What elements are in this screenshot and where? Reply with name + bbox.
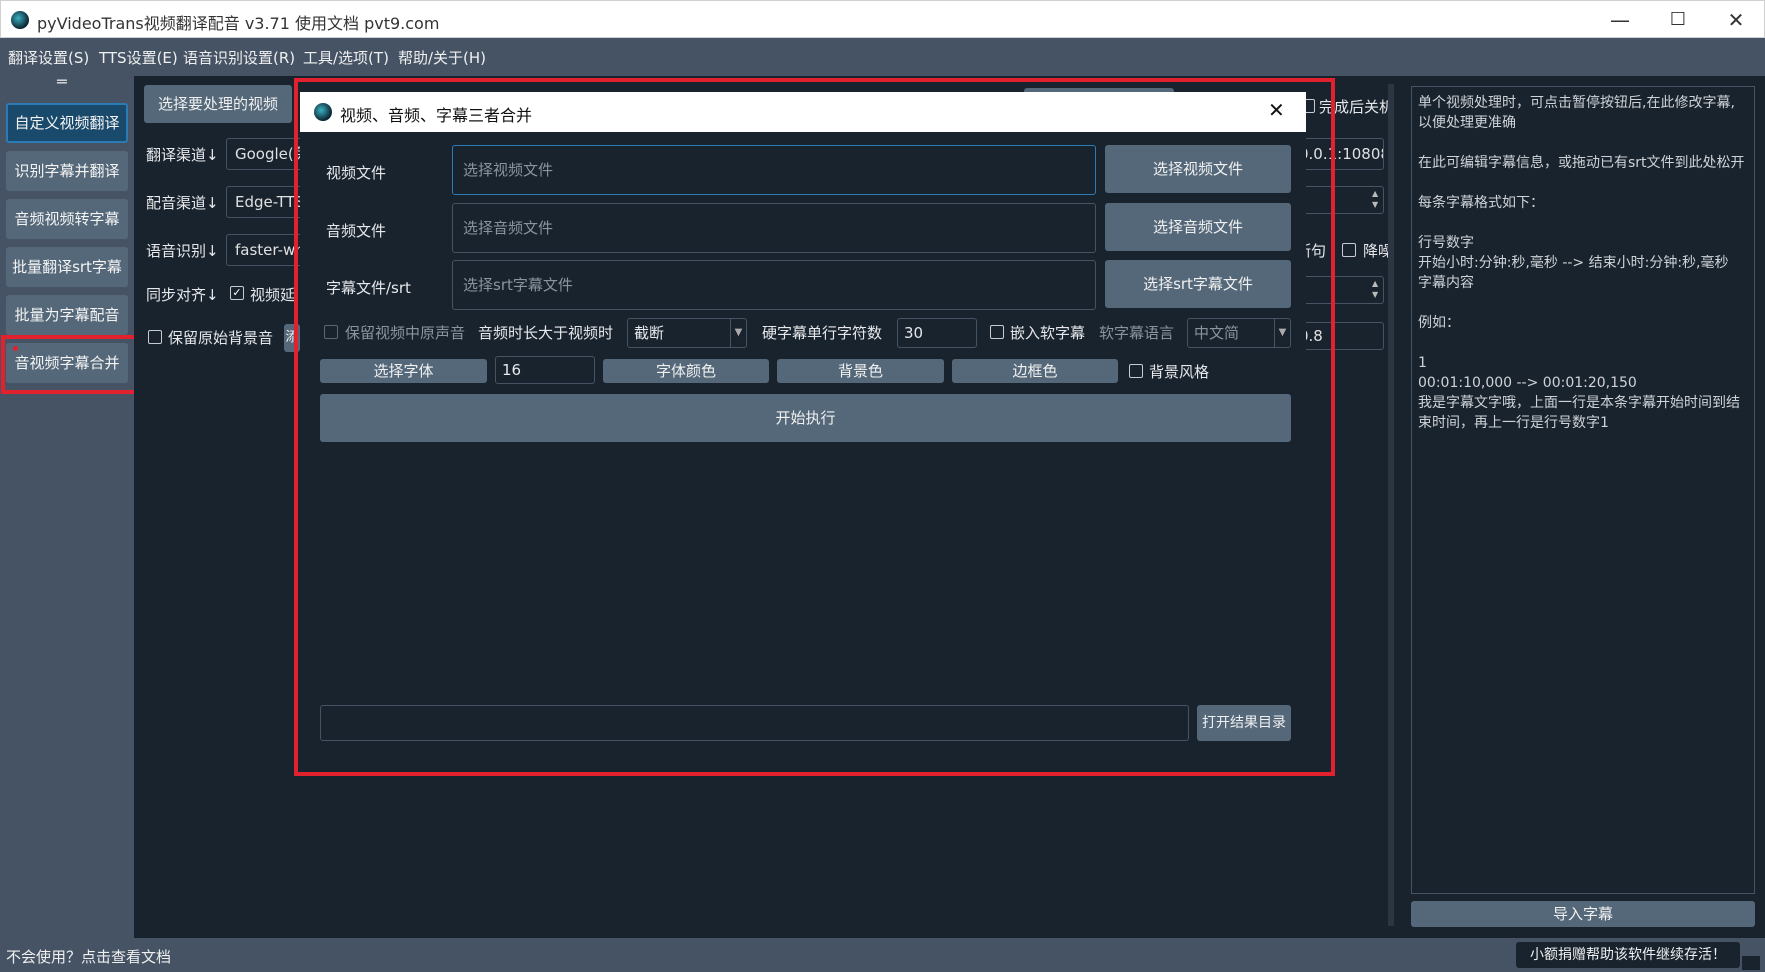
notes-line: 1 (1418, 355, 1427, 371)
notes-line: 单个视频处理时，可点击暂停按钮后,在此修改字幕,以便处理更准确 (1418, 95, 1735, 131)
notes-line: 我是字幕文字哦，上面一行是本条字幕开始时间到结束时间，再上一行是行号数字1 (1418, 395, 1740, 431)
sidebar: ═ 自定义视频翻译 识别字幕并翻译 音频视频转字幕 批量翻译srt字幕 批量为字… (0, 72, 148, 938)
notes-line: 在此可编辑字幕信息，或拖动已有srt文件到此处松开 (1418, 155, 1745, 171)
keep-bg-checkbox[interactable] (148, 330, 162, 344)
window-title: pyVideoTrans视频翻译配音 v3.71 使用文档 pvt9.com (37, 14, 440, 33)
notes-line (1418, 173, 1748, 193)
notes-line: 例如： (1418, 315, 1460, 331)
notes-line: 行号数字 (1418, 235, 1474, 251)
video-delay-checkbox[interactable]: ✓ (230, 286, 244, 300)
sidebar-item-batch-dub[interactable]: 批量为字幕配音 (6, 295, 128, 335)
menu-bar: 翻译设置(S) TTS设置(E) 语音识别设置(R) 工具/选项(T) 帮助/关… (0, 38, 1765, 76)
import-subtitle-button[interactable]: 导入字幕 (1411, 901, 1755, 927)
notes-line: 开始小时:分钟:秒,毫秒 --> 结束小时:分钟:秒,毫秒 (1418, 255, 1729, 271)
notes-line: 字幕内容 (1418, 275, 1474, 291)
menu-asr-settings[interactable]: 语音识别设置(R) (183, 47, 295, 68)
maximize-icon[interactable]: ☐ (1649, 1, 1707, 39)
cursor-dot (13, 346, 18, 351)
sidebar-item-recognize-translate[interactable]: 识别字幕并翻译 (6, 151, 128, 191)
notes-line: 每条字幕格式如下： (1418, 195, 1544, 211)
notes-line (1418, 213, 1748, 233)
translate-channel-label: 翻译渠道↓ (146, 146, 219, 164)
denoise-checkbox[interactable] (1342, 243, 1356, 257)
window-titlebar: pyVideoTrans视频翻译配音 v3.71 使用文档 pvt9.com —… (0, 0, 1765, 38)
asr-label: 语音识别↓ (146, 242, 219, 260)
highlight-box-dialog (294, 78, 1335, 776)
spin-arrows-icon[interactable]: ▲ ▼ (1372, 188, 1378, 210)
app-logo-icon (11, 11, 29, 29)
close-icon[interactable]: ✕ (1707, 1, 1765, 39)
sidebar-item-custom-video-translate[interactable]: 自定义视频翻译 (6, 103, 128, 143)
menu-help-about[interactable]: 帮助/关于(H) (398, 47, 486, 68)
notes-line (1418, 333, 1748, 353)
keep-bg-label: 保留原始背景音 (168, 329, 274, 347)
sidebar-item-av-to-subtitle[interactable]: 音频视频转字幕 (6, 199, 128, 239)
status-bar: 不会使用？点击查看文档 小额捐赠帮助该软件继续存活！ (0, 938, 1765, 972)
subtitle-editor[interactable]: 单个视频处理时，可点击暂停按钮后,在此修改字幕,以便处理更准确 在此可编辑字幕信… (1411, 86, 1755, 894)
minimize-icon[interactable]: — (1591, 1, 1649, 39)
donate-button[interactable]: 小额捐赠帮助该软件继续存活！ (1516, 942, 1740, 968)
video-delay-label: 视频延 (250, 286, 296, 304)
spin-arrows-icon-2[interactable]: ▲ ▼ (1372, 278, 1378, 300)
highlight-box-sidebar (1, 335, 148, 394)
select-video-button[interactable]: 选择要处理的视频 (144, 85, 292, 123)
sync-label: 同步对齐↓ (146, 286, 219, 304)
notes-line (1418, 133, 1748, 153)
notes-line: 00:01:10,000 --> 00:01:20,150 (1418, 375, 1637, 391)
notes-line (1418, 293, 1748, 313)
sidebar-toggle-icon[interactable]: ═ (57, 72, 67, 91)
dub-channel-label: 配音渠道↓ (146, 194, 219, 212)
resize-grip[interactable] (1742, 956, 1760, 970)
help-doc-link[interactable]: 不会使用？点击查看文档 (6, 946, 171, 967)
menu-translate-settings[interactable]: 翻译设置(S) (8, 47, 89, 68)
menu-tools-options[interactable]: 工具/选项(T) (303, 47, 389, 68)
sidebar-item-batch-translate-srt[interactable]: 批量翻译srt字幕 (6, 247, 128, 287)
menu-tts-settings[interactable]: TTS设置(E) (99, 47, 178, 68)
